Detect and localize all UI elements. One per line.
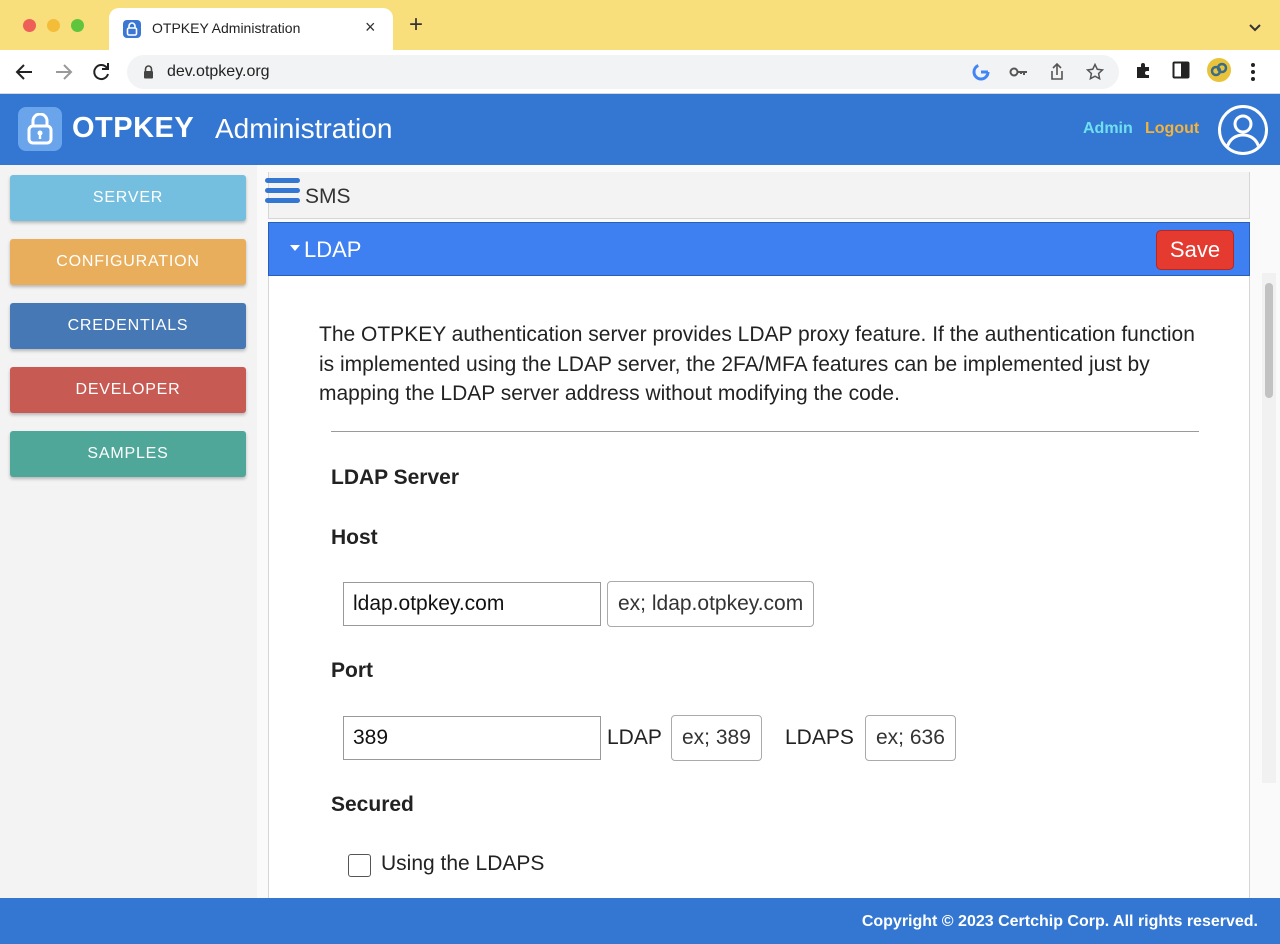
google-icon[interactable] bbox=[972, 63, 990, 86]
main-content: SMS LDAP Save The OTPKEY authentication … bbox=[257, 165, 1280, 898]
browser-tab-active[interactable]: OTPKEY Administration × bbox=[109, 8, 393, 50]
window-close-button[interactable] bbox=[23, 19, 36, 32]
divider bbox=[331, 431, 1199, 432]
extensions-puzzle-icon[interactable] bbox=[1134, 60, 1154, 85]
key-icon[interactable] bbox=[1009, 63, 1029, 86]
tab-title: OTPKEY Administration bbox=[152, 20, 301, 36]
scrollbar[interactable] bbox=[1262, 273, 1276, 783]
host-hint: ex; ldap.otpkey.com bbox=[607, 581, 815, 627]
section-title-ldap-server: LDAP Server bbox=[331, 466, 460, 489]
user-avatar-icon[interactable] bbox=[1218, 105, 1268, 155]
back-arrow-icon[interactable] bbox=[12, 59, 38, 85]
page-title: Administration bbox=[215, 113, 393, 144]
bookmark-star-icon[interactable] bbox=[1085, 62, 1105, 86]
forward-arrow-icon[interactable] bbox=[50, 59, 76, 85]
copyright-text: Copyright © 2023 Certchip Corp. All righ… bbox=[861, 913, 1258, 930]
ldaps-port-hint: ex; 636 bbox=[865, 715, 956, 761]
lock-icon bbox=[143, 65, 154, 84]
admin-link[interactable]: Admin bbox=[1083, 120, 1133, 138]
ldaps-port-label: LDAPS bbox=[785, 726, 854, 749]
ldap-description: The OTPKEY authentication server provide… bbox=[319, 323, 1195, 405]
share-icon[interactable] bbox=[1049, 62, 1065, 86]
more-vert-icon[interactable] bbox=[1250, 62, 1256, 87]
sidebar-item-server[interactable]: SERVER bbox=[10, 175, 246, 221]
ldaps-checkbox[interactable] bbox=[348, 854, 371, 877]
host-input[interactable]: ldap.otpkey.com bbox=[343, 582, 601, 626]
host-label: Host bbox=[331, 526, 378, 549]
tab-close-icon[interactable]: × bbox=[365, 17, 376, 37]
secured-label: Secured bbox=[331, 793, 414, 816]
footer: Copyright © 2023 Certchip Corp. All righ… bbox=[0, 898, 1280, 944]
chevron-down-icon[interactable] bbox=[1248, 20, 1262, 38]
logout-link[interactable]: Logout bbox=[1145, 120, 1199, 138]
sidebar-item-credentials[interactable]: CREDENTIALS bbox=[10, 303, 246, 349]
sidebar: SERVER CONFIGURATION CREDENTIALS DEVELOP… bbox=[0, 165, 257, 898]
url-text[interactable]: dev.otpkey.org bbox=[167, 63, 270, 81]
sidebar-item-configuration[interactable]: CONFIGURATION bbox=[10, 239, 246, 285]
browser-toolbar: dev.otpkey.org bbox=[0, 50, 1280, 94]
sms-panel-title: SMS bbox=[305, 185, 351, 208]
reload-icon[interactable] bbox=[88, 59, 114, 85]
profile-avatar-icon[interactable] bbox=[1206, 57, 1232, 88]
ldap-panel-body: The OTPKEY authentication server provide… bbox=[268, 276, 1250, 898]
sms-accordion-header[interactable]: SMS bbox=[268, 172, 1250, 219]
hamburger-menu-icon[interactable] bbox=[265, 178, 300, 208]
ldap-port-label: LDAP bbox=[607, 726, 662, 749]
ldap-panel-title: LDAP bbox=[304, 237, 362, 262]
port-label: Port bbox=[331, 659, 373, 682]
ldap-accordion-header[interactable]: LDAP Save bbox=[268, 222, 1250, 276]
ldap-port-hint: ex; 389 bbox=[671, 715, 762, 761]
brand-name: OTPKEY bbox=[72, 112, 195, 144]
caret-down-icon bbox=[290, 245, 300, 251]
address-bar[interactable]: dev.otpkey.org bbox=[127, 55, 1119, 89]
browser-tab-bar: OTPKEY Administration × + bbox=[0, 0, 1280, 50]
save-button[interactable]: Save bbox=[1156, 230, 1234, 270]
otpkey-lock-logo-icon bbox=[18, 107, 62, 151]
window-minimize-button[interactable] bbox=[47, 19, 60, 32]
new-tab-button[interactable]: + bbox=[409, 13, 423, 37]
scrollbar-thumb[interactable] bbox=[1265, 283, 1273, 398]
sidebar-item-developer[interactable]: DEVELOPER bbox=[10, 367, 246, 413]
window-zoom-button[interactable] bbox=[71, 19, 84, 32]
sidebar-item-samples[interactable]: SAMPLES bbox=[10, 431, 246, 477]
port-input[interactable]: 389 bbox=[343, 716, 601, 760]
side-panel-icon[interactable] bbox=[1172, 61, 1190, 84]
ldaps-checkbox-label[interactable]: Using the LDAPS bbox=[381, 852, 544, 876]
lock-favicon-icon bbox=[123, 20, 141, 38]
app-header: OTPKEY Administration Admin Logout bbox=[0, 94, 1280, 165]
